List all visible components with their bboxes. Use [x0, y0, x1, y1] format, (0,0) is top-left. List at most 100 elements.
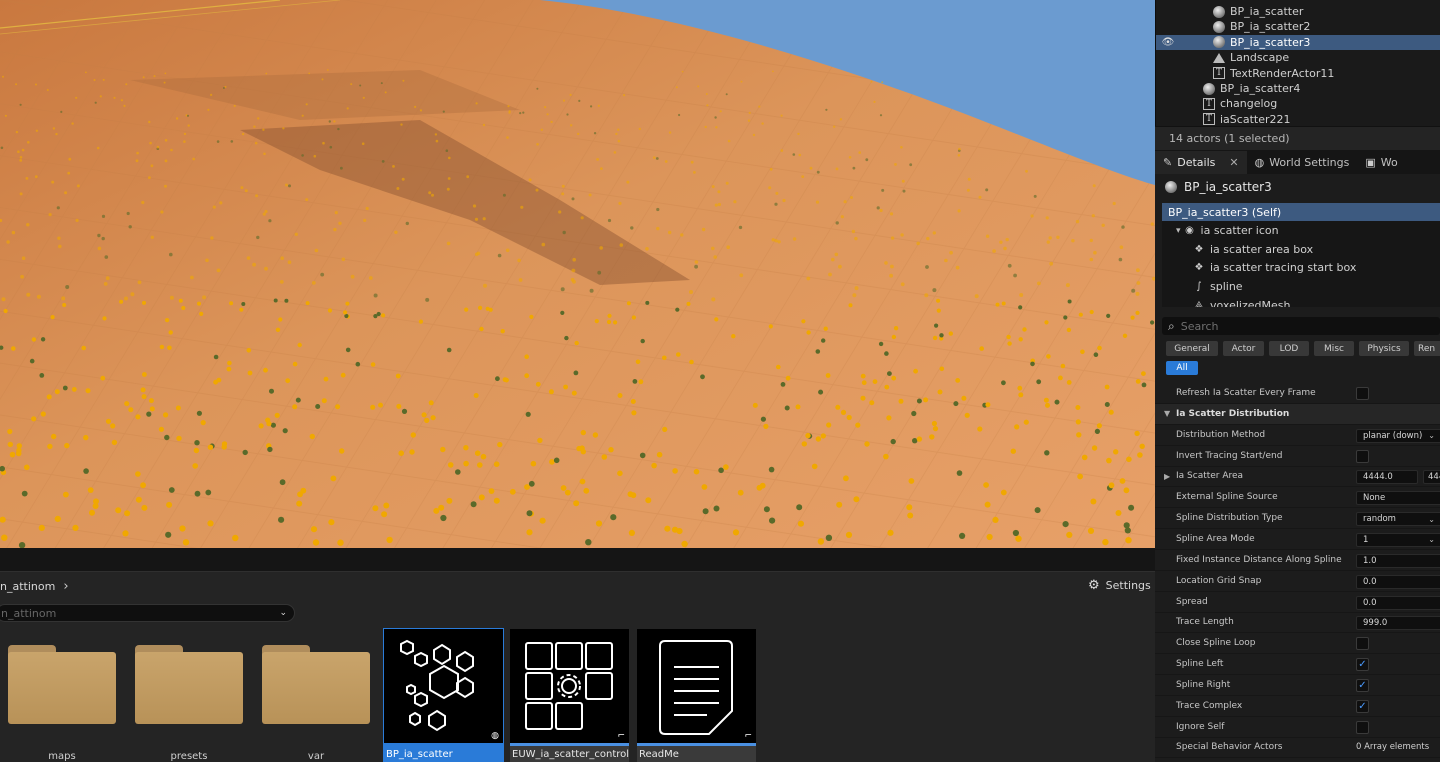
asset-tile[interactable]: ◍ BP_ia_scatter — [383, 628, 504, 762]
property-dropdown[interactable]: random ⌄ — [1356, 512, 1440, 527]
eye-icon[interactable]: 👁 — [1162, 36, 1175, 48]
property-checkbox[interactable] — [1356, 387, 1369, 400]
component-row[interactable]: ▾ ◉ ia scatter icon — [1162, 222, 1440, 240]
path-dropdown[interactable]: n_attinom ⌄ — [0, 604, 295, 622]
property-number-input[interactable]: 0.0 — [1356, 574, 1440, 589]
breadcrumb-folder[interactable]: n_attinom — [0, 580, 55, 593]
property-dropdown[interactable]: 1 ⌄ — [1356, 532, 1440, 547]
property-number-input[interactable]: 1.0 — [1356, 553, 1440, 568]
property-row[interactable]: Trace Length 999.0 — [1155, 612, 1440, 634]
outliner-row[interactable]: BP_ia_scatter4 — [1156, 81, 1440, 96]
property-checkbox[interactable]: ✓ — [1356, 658, 1369, 672]
outliner-row[interactable]: 👁 BP_ia_scatter3 — [1156, 34, 1440, 50]
flower-mark — [135, 159, 139, 163]
property-row[interactable]: Spline Left ✓ — [1155, 654, 1440, 676]
flower-mark — [907, 512, 914, 519]
property-vector-y-input[interactable]: 444 — [1423, 470, 1440, 485]
property-row[interactable]: Ignore Self — [1155, 717, 1440, 738]
flower-mark — [362, 96, 365, 99]
flower-mark — [902, 189, 906, 193]
property-row[interactable]: Spline Area Mode 1 ⌄ — [1155, 529, 1440, 550]
filter-all-button[interactable]: All — [1166, 361, 1198, 375]
flower-mark — [71, 122, 74, 125]
property-checkbox[interactable] — [1356, 637, 1369, 651]
outliner-row[interactable]: Landscape — [1156, 50, 1440, 65]
property-row[interactable]: Spread 0.0 — [1155, 592, 1440, 613]
flower-mark — [401, 408, 408, 414]
asset-tile[interactable]: ⌐ EUW_ia_scatter_control_ — [510, 629, 629, 762]
outliner-row[interactable]: Tchangelog — [1156, 96, 1440, 111]
property-row[interactable]: Special Behavior Actors 0 Array elements — [1155, 737, 1440, 759]
property-row[interactable]: Fixed Instance Distance Along Spline 1.0 — [1155, 550, 1440, 571]
property-dropdown[interactable]: None — [1356, 491, 1440, 506]
property-checkbox[interactable] — [1356, 449, 1369, 463]
property-row[interactable]: Close Spline Loop — [1155, 633, 1440, 655]
filter-general-button[interactable]: General — [1166, 341, 1218, 356]
property-row: ▼ Ia Scatter Distribution — [1155, 403, 1440, 425]
filter-misc-button[interactable]: Misc — [1314, 341, 1354, 356]
flower-mark — [16, 443, 22, 449]
property-row[interactable]: Location Grid Snap 0.0 — [1155, 571, 1440, 592]
property-number-input[interactable]: 999.0 — [1356, 616, 1440, 631]
settings-button[interactable]: ⚙ Settings — [1088, 578, 1151, 593]
breadcrumb[interactable]: n_attinom › — [0, 579, 69, 594]
property-dropdown[interactable]: planar (down) ⌄ — [1356, 428, 1440, 443]
property-row[interactable]: ▶ Ia Scatter Area 4444.0 444 — [1155, 466, 1440, 488]
property-row[interactable]: Refresh Ia Scatter Every Frame — [1155, 383, 1440, 404]
component-row[interactable]: ⟁ voxelizedMesh — [1162, 296, 1440, 308]
component-row[interactable]: BP_ia_scatter3 (Self) — [1162, 203, 1440, 221]
level-viewport[interactable] — [0, 0, 1155, 548]
property-checkbox[interactable]: ✓ — [1356, 699, 1369, 713]
folder-label[interactable]: var — [262, 751, 370, 762]
flower-mark — [878, 341, 884, 347]
property-row[interactable]: External Spline Source None — [1155, 487, 1440, 509]
flower-mark — [126, 211, 130, 216]
flower-mark — [881, 81, 884, 84]
flower-mark — [748, 111, 751, 114]
property-row[interactable]: Invert Tracing Start/end — [1155, 446, 1440, 467]
folder-label[interactable]: presets — [135, 751, 243, 762]
chevron-right-icon[interactable]: ▶ — [1164, 472, 1170, 481]
filter-physics-button[interactable]: Physics — [1359, 341, 1409, 356]
property-number-input[interactable]: 0.0 — [1356, 595, 1440, 610]
property-checkbox[interactable]: ✓ — [1356, 678, 1369, 692]
property-row[interactable]: Distribution Method planar (down) ⌄ — [1155, 425, 1440, 446]
flower-mark — [590, 105, 593, 108]
property-label: Close Spline Loop — [1176, 638, 1256, 649]
flower-mark — [246, 256, 251, 260]
filter-ren-button[interactable]: Ren — [1414, 341, 1440, 356]
property-row[interactable]: Spline Right ✓ — [1155, 675, 1440, 696]
outliner-row[interactable]: BP_ia_scatter — [1156, 4, 1440, 19]
flower-mark — [62, 385, 68, 391]
folder-presets-icon[interactable] — [135, 642, 243, 724]
filter-actor-button[interactable]: Actor — [1223, 341, 1264, 356]
outliner-row[interactable]: BP_ia_scatter2 — [1156, 19, 1440, 34]
folder-var-icon[interactable] — [262, 642, 370, 724]
outliner-row[interactable]: TiaScatter221 — [1156, 112, 1440, 127]
expand-arrow-icon[interactable]: ▾ — [1176, 226, 1181, 236]
asset-tile[interactable]: ⌐ ReadMe — [637, 629, 756, 762]
component-row[interactable]: ❖ ia scatter tracing start box — [1162, 259, 1440, 277]
tab-world-settings[interactable]: ◍ World Settings — [1247, 151, 1358, 174]
folder-maps-icon[interactable] — [8, 642, 116, 724]
chevron-down-icon[interactable]: ▼ — [1164, 409, 1170, 418]
folder-label[interactable]: maps — [8, 751, 116, 762]
tab-details[interactable]: ✎ Details ✕ — [1155, 151, 1247, 174]
flower-mark — [953, 401, 959, 407]
component-row[interactable]: ❖ ia scatter area box — [1162, 240, 1440, 258]
outliner-row[interactable]: T TextRenderActor11 — [1156, 66, 1440, 81]
flower-mark — [213, 354, 219, 360]
flower-mark — [212, 205, 216, 209]
tab-third[interactable]: ▣ Wo — [1357, 151, 1405, 174]
filter-lod-button[interactable]: LOD — [1269, 341, 1309, 356]
property-row[interactable]: Trace Complex ✓ — [1155, 696, 1440, 717]
property-row[interactable]: Spline Distribution Type random ⌄ — [1155, 508, 1440, 530]
property-checkbox[interactable] — [1356, 720, 1369, 734]
flower-mark — [578, 99, 581, 102]
flower-mark — [54, 515, 61, 523]
flower-mark — [739, 273, 744, 278]
close-icon[interactable]: ✕ — [1229, 156, 1238, 169]
property-vector-x-input[interactable]: 4444.0 — [1356, 470, 1418, 485]
details-search-input[interactable]: ⌕ Search — [1162, 317, 1440, 335]
component-row[interactable]: ∫ spline — [1162, 277, 1440, 295]
